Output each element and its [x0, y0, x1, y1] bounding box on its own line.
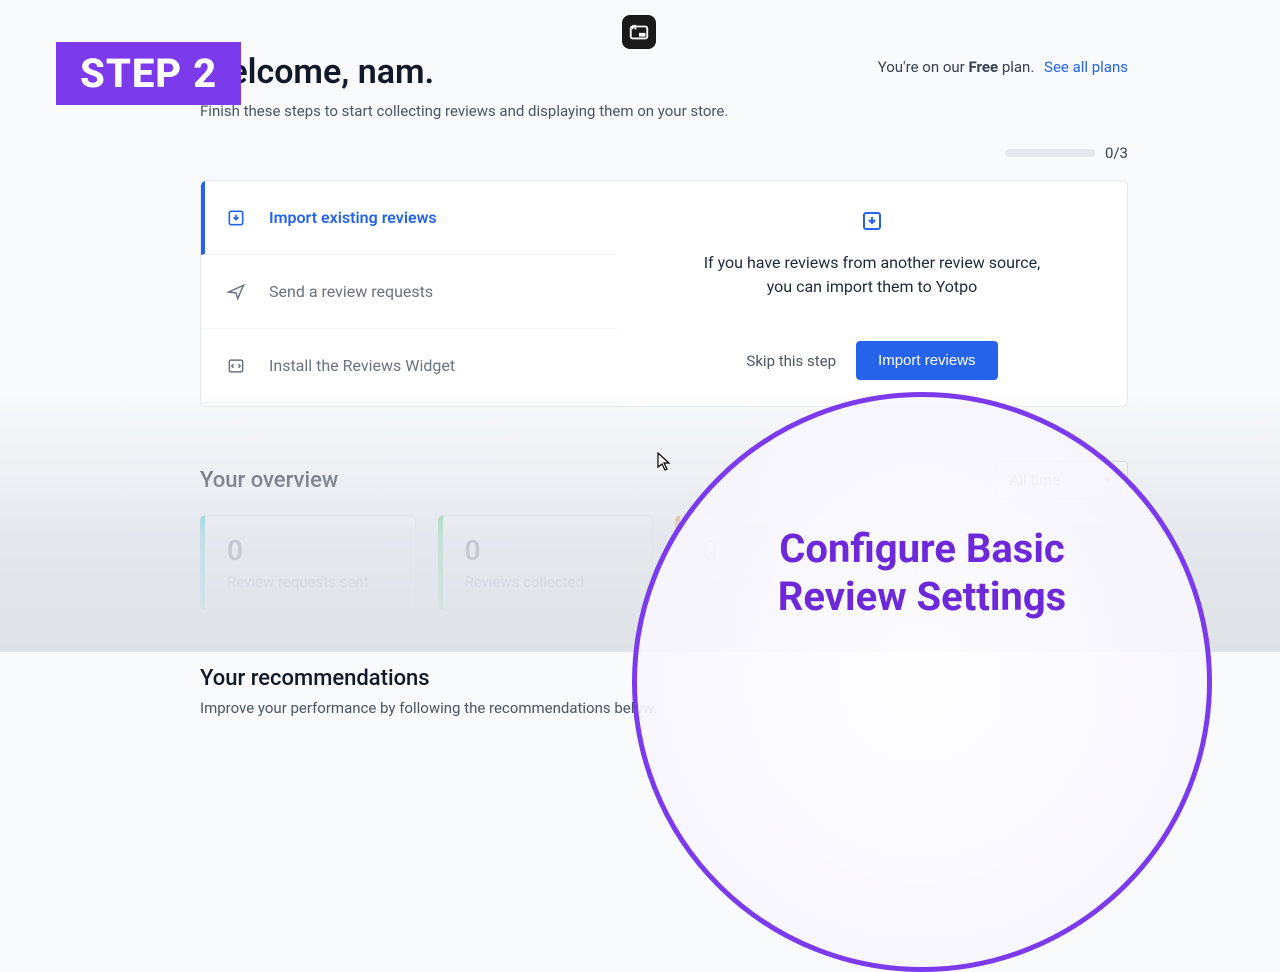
cursor-icon: [657, 452, 673, 476]
recommendations-title: Your recommendations: [200, 666, 1128, 691]
step-detail-text: If you have reviews from another review …: [692, 251, 1052, 299]
progress-bar: [1005, 149, 1095, 157]
import-icon: [860, 209, 884, 233]
send-icon: [225, 281, 247, 303]
card-value: 0: [940, 534, 1106, 567]
overview-card-reviews-collected: 0 Reviews collected: [438, 515, 654, 610]
step-send-requests[interactable]: Send a review requests: [201, 255, 617, 329]
chevron-down-icon: ▼: [1102, 474, 1113, 487]
timeframe-dropdown[interactable]: All time ▼: [995, 461, 1128, 499]
overview-title: Your overview: [200, 468, 338, 493]
card-label: Review requests sent: [227, 573, 393, 591]
import-icon: [225, 207, 247, 229]
skip-step-link[interactable]: Skip this step: [746, 352, 836, 370]
import-reviews-button[interactable]: Import reviews: [856, 341, 998, 380]
step-badge: STEP 2: [56, 42, 241, 105]
step-import-reviews[interactable]: Import existing reviews: [201, 181, 617, 255]
plan-info: You're on our Free plan. See all plans: [878, 58, 1128, 76]
page-header: Welcome, nam. Finish these steps to star…: [200, 52, 1128, 120]
recommendations-subtitle: Improve your performance by following th…: [200, 699, 1128, 717]
widget-icon: [225, 355, 247, 377]
overview-cards: 0 Review requests sent 0 Reviews collect…: [200, 515, 1128, 610]
step-detail-panel: If you have reviews from another review …: [617, 181, 1127, 406]
card-value: 0: [465, 534, 631, 567]
overview-card-requests-sent: 0 Review requests sent: [200, 515, 416, 610]
page-subtitle: Finish these steps to start collecting r…: [200, 102, 728, 120]
step-label: Send a review requests: [269, 282, 433, 301]
progress-text: 0/3: [1105, 144, 1128, 162]
see-plans-link[interactable]: See all plans: [1044, 58, 1128, 76]
recommendations-section: Your recommendations Improve your perfor…: [200, 666, 1128, 717]
onboarding-steps-list: Import existing reviews Send a review re…: [201, 181, 617, 406]
pip-toggle-icon[interactable]: [622, 15, 656, 49]
page-title: Welcome, nam.: [200, 52, 728, 92]
step-install-widget[interactable]: Install the Reviews Widget: [201, 329, 617, 403]
card-label: Reviews collected: [465, 573, 631, 591]
card-value: 0: [227, 534, 393, 567]
onboarding-card: Import existing reviews Send a review re…: [200, 180, 1128, 407]
step-label: Install the Reviews Widget: [269, 356, 455, 375]
overview-card-reviews-r: 0 Reviews r: [675, 515, 891, 610]
overview-card-extra: 0: [913, 515, 1129, 610]
onboarding-progress: 0/3: [200, 144, 1128, 162]
card-value: 0: [702, 534, 868, 567]
dropdown-label: All time: [1010, 471, 1060, 489]
card-label: Reviews r: [702, 573, 868, 591]
step-label: Import existing reviews: [269, 208, 437, 227]
